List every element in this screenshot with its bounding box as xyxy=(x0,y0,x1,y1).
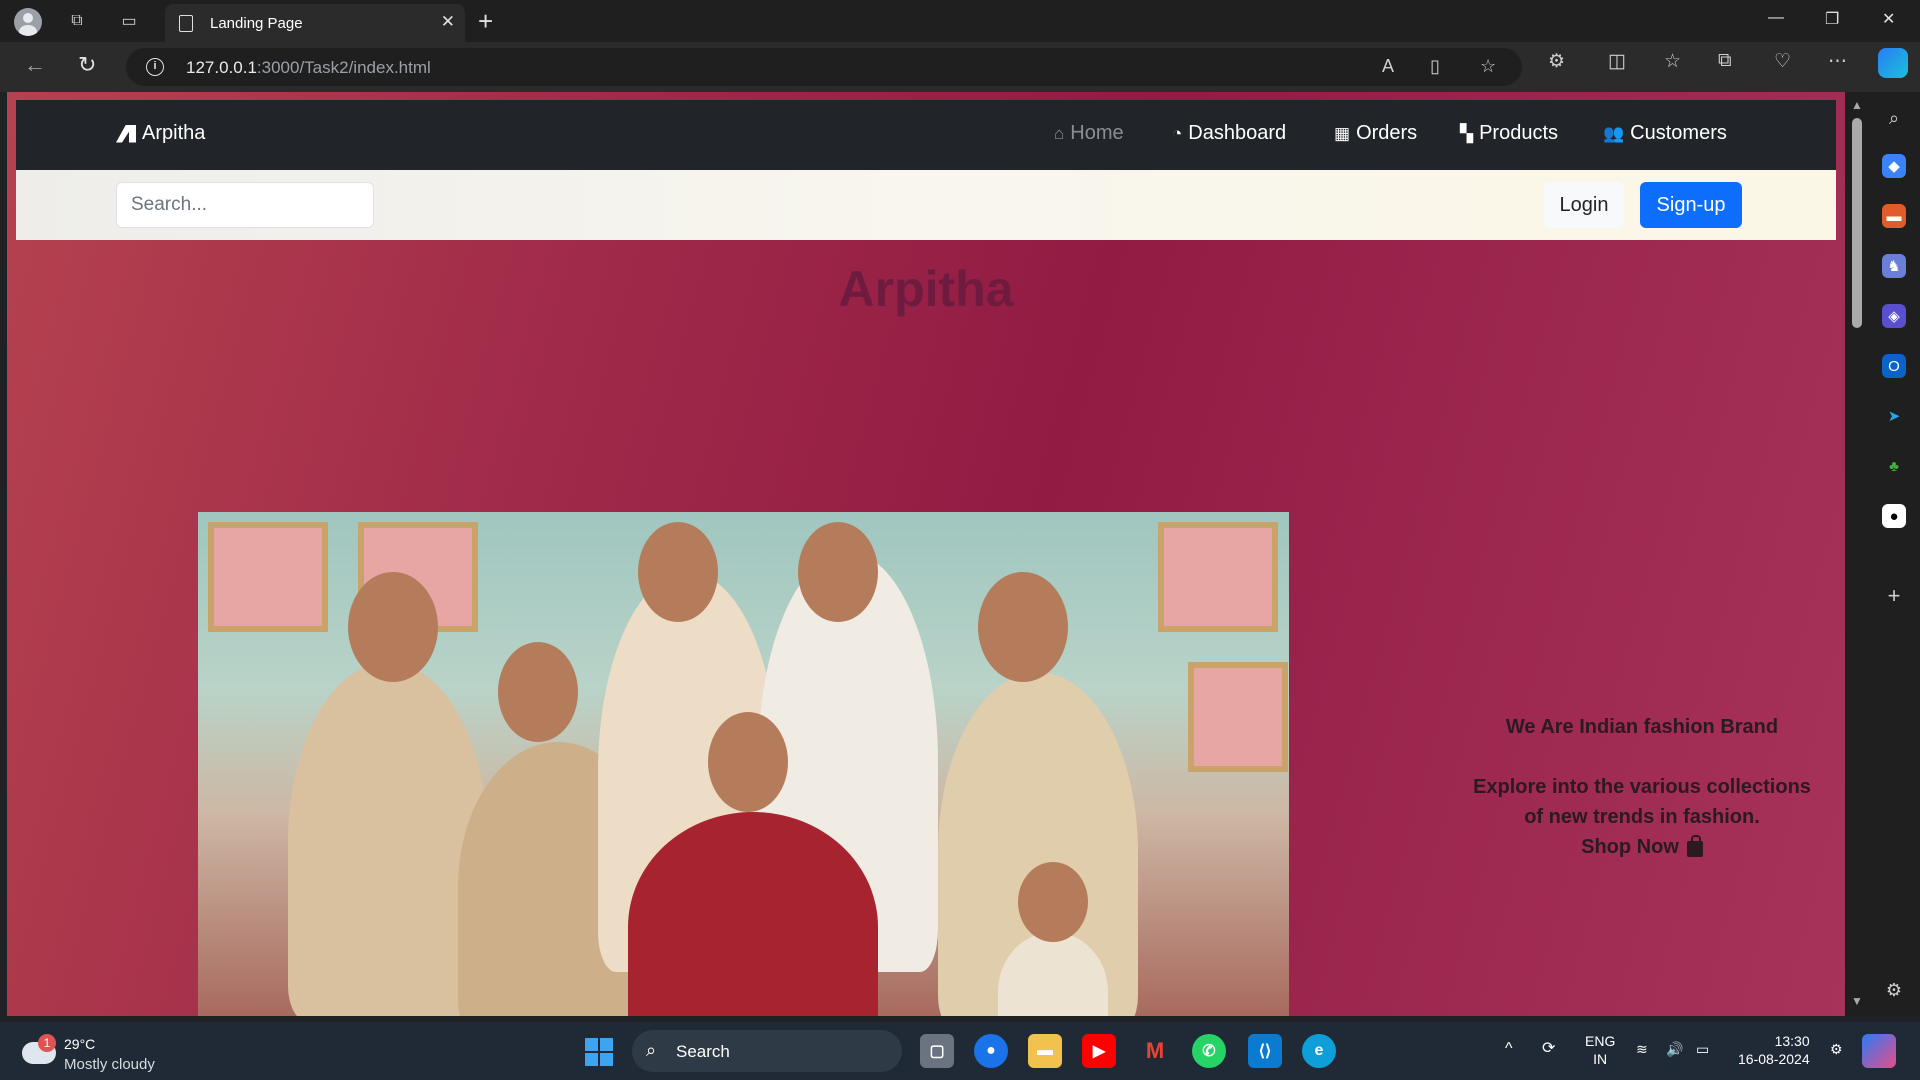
landing-page: Arpitha ⌂ Home ◔ Dashboard ▦ Orders ▚ Pr… xyxy=(7,92,1845,1016)
shop-now-container: Shop Now xyxy=(1462,832,1822,862)
grid-icon: ▚ xyxy=(1460,123,1474,143)
search-icon[interactable]: ⌕ xyxy=(1882,106,1906,130)
brand-link[interactable]: Arpitha xyxy=(116,122,205,145)
wifi-icon[interactable]: ≋ xyxy=(1636,1040,1648,1058)
url-text: 127.0.0.1:3000/Task2/index.html xyxy=(186,58,431,77)
new-tab-button[interactable]: + xyxy=(478,6,493,37)
address-toolbar: ← ↻ i 127.0.0.1:3000/Task2/index.html A … xyxy=(0,42,1920,92)
workspaces-icon[interactable]: ⧉ xyxy=(64,9,90,33)
tree-icon[interactable]: ♣ xyxy=(1882,454,1906,478)
brand-logo-icon xyxy=(116,124,136,143)
login-button[interactable]: Login xyxy=(1544,182,1624,228)
restore-icon[interactable]: ❐ xyxy=(1825,9,1839,29)
weather-widget[interactable]: 1 29°C Mostly cloudy xyxy=(22,1030,172,1074)
search-input[interactable] xyxy=(116,182,374,228)
browser-titlebar: ⧉ ▭ Landing Page ✕ + — ❐ ✕ xyxy=(0,0,1920,42)
signup-button[interactable]: Sign-up xyxy=(1640,182,1742,228)
page-viewport: Arpitha ⌂ Home ◔ Dashboard ▦ Orders ▚ Pr… xyxy=(7,92,1845,1016)
shop-now-link[interactable]: Shop Now xyxy=(1581,832,1703,862)
shopping-bag-icon xyxy=(1686,835,1703,857)
home-icon: ⌂ xyxy=(1054,123,1065,143)
copilot-taskbar-icon[interactable] xyxy=(1862,1034,1896,1068)
gmail-icon[interactable]: M xyxy=(1138,1034,1172,1068)
scroll-up-icon[interactable]: ▲ xyxy=(1851,98,1863,112)
tagline-description: Explore into the various collections of … xyxy=(1473,776,1811,828)
youtube-icon[interactable]: ▶ xyxy=(1082,1034,1116,1068)
table-icon: ▦ xyxy=(1334,123,1351,143)
close-window-icon[interactable]: ✕ xyxy=(1882,9,1895,29)
tab-landing-page[interactable]: Landing Page ✕ xyxy=(165,4,465,42)
nav-home[interactable]: ⌂ Home xyxy=(1054,122,1124,145)
close-tab-icon[interactable]: ✕ xyxy=(441,12,455,32)
battery-icon[interactable]: ▭ xyxy=(1696,1040,1709,1058)
task-view-icon[interactable]: ▢ xyxy=(920,1034,954,1068)
scroll-thumb[interactable] xyxy=(1852,118,1862,328)
nav-customers[interactable]: 👥 Customers xyxy=(1603,122,1727,145)
page-scrollbar[interactable]: ▲ ▼ xyxy=(1845,92,1868,1016)
immersive-reader-icon[interactable]: ▯ xyxy=(1430,56,1440,77)
hero-fashion-photo xyxy=(198,512,1289,1016)
extensions-icon[interactable]: ⚙ xyxy=(1548,50,1565,73)
games-icon[interactable]: ♞ xyxy=(1882,254,1906,278)
copilot-designer-icon[interactable]: ◈ xyxy=(1882,304,1906,328)
site-navbar: Arpitha ⌂ Home ◔ Dashboard ▦ Orders ▚ Pr… xyxy=(16,100,1836,170)
search-icon: ⌕ xyxy=(646,1040,657,1060)
document-icon xyxy=(179,15,193,32)
edge-icon[interactable]: e xyxy=(1302,1034,1336,1068)
people-icon: 👥 xyxy=(1603,123,1625,143)
outlook-icon[interactable]: O xyxy=(1882,354,1906,378)
nav-orders[interactable]: ▦ Orders xyxy=(1334,122,1417,145)
shopping-tag-icon[interactable]: ◆ xyxy=(1882,154,1906,178)
telegram-icon[interactable]: ➤ xyxy=(1882,404,1906,428)
temperature: 29°C xyxy=(64,1036,96,1052)
back-arrow-icon[interactable]: ← xyxy=(24,52,46,78)
notification-badge: 1 xyxy=(38,1034,56,1052)
language-indicator[interactable]: ENG IN xyxy=(1585,1032,1615,1068)
tagline-heading: We Are Indian fashion Brand xyxy=(1505,716,1779,738)
address-bar[interactable]: i 127.0.0.1:3000/Task2/index.html A ▯ ☆ xyxy=(126,48,1522,86)
hero-title: Arpitha xyxy=(838,261,1014,317)
more-menu-icon[interactable]: ⋯ xyxy=(1828,50,1847,73)
vscode-icon[interactable]: ⟨⟩ xyxy=(1248,1034,1282,1068)
tab-title: Landing Page xyxy=(210,15,303,32)
edge-sidebar: ⌕ ◆ ▬ ♞ ◈ O ➤ ♣ ● + ⚙ xyxy=(1868,92,1920,1016)
settings-gear-icon[interactable]: ⚙ xyxy=(1882,978,1906,1002)
minimize-icon[interactable]: — xyxy=(1768,9,1784,27)
start-button-icon[interactable] xyxy=(585,1038,613,1066)
notifications-icon[interactable]: ⚙ xyxy=(1830,1040,1843,1058)
browser-essentials-icon[interactable]: ♡ xyxy=(1774,50,1791,73)
read-aloud-icon[interactable]: A xyxy=(1382,56,1394,77)
volume-icon[interactable]: 🔊 xyxy=(1666,1040,1683,1058)
profile-avatar[interactable] xyxy=(14,8,42,36)
scroll-down-icon[interactable]: ▼ xyxy=(1851,994,1863,1008)
taskbar-search[interactable]: ⌕ Search xyxy=(632,1030,902,1072)
collections-icon[interactable]: ⧉ xyxy=(1718,50,1732,72)
chrome-icon[interactable]: ● xyxy=(974,1034,1008,1068)
sync-icon[interactable]: ⟳ xyxy=(1542,1040,1555,1058)
weather-condition: Mostly cloudy xyxy=(64,1056,155,1073)
chevron-up-icon[interactable]: ^ xyxy=(1505,1040,1513,1058)
favorites-icon[interactable]: ☆ xyxy=(1664,50,1681,73)
brand-name: Arpitha xyxy=(142,122,206,144)
site-info-icon[interactable]: i xyxy=(146,58,164,76)
github-icon[interactable]: ● xyxy=(1882,504,1906,528)
search-bar-strip: Login Sign-up xyxy=(16,170,1836,240)
copilot-icon[interactable] xyxy=(1878,48,1908,78)
windows-taskbar: 1 29°C Mostly cloudy ⌕ Search ▢ ● ▬ ▶ M … xyxy=(0,1022,1920,1080)
speedometer-icon: ◔ xyxy=(1172,123,1183,143)
reload-icon[interactable]: ↻ xyxy=(78,52,96,78)
favorite-star-icon[interactable]: ☆ xyxy=(1480,56,1496,77)
vertical-tabs-icon[interactable]: ▭ xyxy=(116,9,142,33)
file-explorer-icon[interactable]: ▬ xyxy=(1028,1034,1062,1068)
clock[interactable]: 13:30 16-08-2024 xyxy=(1738,1032,1810,1068)
nav-products[interactable]: ▚ Products xyxy=(1460,122,1558,145)
nav-dashboard[interactable]: ◔ Dashboard xyxy=(1172,122,1286,145)
add-sidebar-app-icon[interactable]: + xyxy=(1882,583,1906,608)
tools-icon[interactable]: ▬ xyxy=(1882,204,1906,228)
whatsapp-icon[interactable]: ✆ xyxy=(1192,1034,1226,1068)
split-screen-icon[interactable]: ◫ xyxy=(1608,50,1626,73)
